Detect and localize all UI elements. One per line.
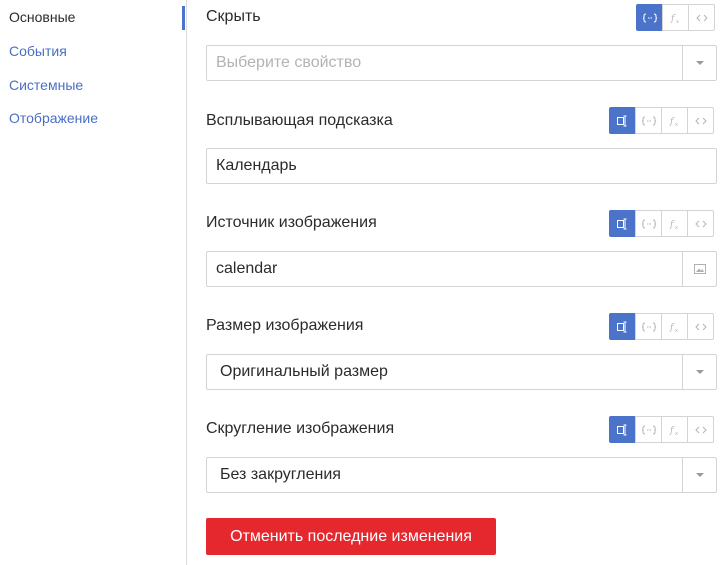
image-rounding-mode-switch: fx bbox=[609, 416, 714, 443]
bind-static-icon[interactable] bbox=[609, 313, 636, 340]
sidebar-item-display[interactable]: Отображение bbox=[9, 110, 98, 126]
svg-text:x: x bbox=[675, 328, 678, 333]
bind-static-icon[interactable] bbox=[609, 107, 636, 134]
image-size-mode-switch: fx bbox=[609, 313, 714, 340]
svg-text:x: x bbox=[675, 225, 678, 230]
code-brackets-icon[interactable] bbox=[688, 4, 715, 31]
formula-fx-icon[interactable]: fx bbox=[661, 416, 688, 443]
hide-property-select[interactable]: Выберите свойство bbox=[206, 45, 717, 81]
data-binding-icon[interactable] bbox=[636, 4, 663, 31]
code-brackets-icon[interactable] bbox=[687, 313, 714, 340]
code-brackets-icon[interactable] bbox=[687, 107, 714, 134]
hide-mode-switch: fx bbox=[636, 4, 715, 31]
svg-text:x: x bbox=[675, 122, 678, 127]
sidebar-item-events[interactable]: События bbox=[9, 43, 67, 59]
image-size-select[interactable]: Оригинальный размер bbox=[206, 354, 717, 390]
sidebar: Основные События Системные Отображение bbox=[0, 0, 187, 565]
tooltip-label: Всплывающая подсказка bbox=[206, 112, 393, 129]
properties-panel: Скрыть fx Выберите свойство Всплывающая … bbox=[206, 0, 717, 565]
tooltip-input[interactable]: Календарь bbox=[206, 148, 717, 184]
image-source-input[interactable]: calendar bbox=[206, 251, 717, 287]
image-rounding-value: Без закругления bbox=[220, 466, 341, 483]
formula-fx-icon[interactable]: fx bbox=[661, 107, 688, 134]
bind-static-icon[interactable] bbox=[609, 416, 636, 443]
sidebar-item-main[interactable]: Основные bbox=[9, 9, 75, 25]
code-brackets-icon[interactable] bbox=[687, 416, 714, 443]
image-size-label: Размер изображения bbox=[206, 317, 364, 334]
chevron-down-icon[interactable] bbox=[682, 355, 716, 389]
hide-label: Скрыть bbox=[206, 8, 261, 25]
image-picker-icon[interactable] bbox=[682, 252, 716, 286]
image-source-mode-switch: fx bbox=[609, 210, 714, 237]
data-binding-icon[interactable] bbox=[635, 107, 662, 134]
tooltip-value: Календарь bbox=[216, 157, 297, 174]
image-source-value: calendar bbox=[216, 260, 278, 277]
svg-text:x: x bbox=[676, 19, 679, 24]
data-binding-icon[interactable] bbox=[635, 416, 662, 443]
chevron-down-icon[interactable] bbox=[682, 458, 716, 492]
image-size-value: Оригинальный размер bbox=[220, 363, 388, 380]
image-rounding-label: Скругление изображения bbox=[206, 420, 395, 437]
svg-text:x: x bbox=[675, 431, 678, 436]
data-binding-icon[interactable] bbox=[635, 210, 662, 237]
image-rounding-select[interactable]: Без закругления bbox=[206, 457, 717, 493]
sidebar-active-indicator bbox=[182, 6, 185, 30]
hide-property-placeholder: Выберите свойство bbox=[216, 54, 362, 71]
chevron-down-icon[interactable] bbox=[682, 46, 716, 80]
formula-fx-icon[interactable]: fx bbox=[661, 313, 688, 340]
data-binding-icon[interactable] bbox=[635, 313, 662, 340]
sidebar-item-system[interactable]: Системные bbox=[9, 77, 83, 93]
code-brackets-icon[interactable] bbox=[687, 210, 714, 237]
bind-static-icon[interactable] bbox=[609, 210, 636, 237]
tooltip-mode-switch: fx bbox=[609, 107, 714, 134]
formula-fx-icon[interactable]: fx bbox=[661, 210, 688, 237]
formula-fx-icon[interactable]: fx bbox=[662, 4, 689, 31]
image-source-label: Источник изображения bbox=[206, 214, 377, 231]
undo-changes-button[interactable]: Отменить последние изменения bbox=[206, 518, 496, 555]
